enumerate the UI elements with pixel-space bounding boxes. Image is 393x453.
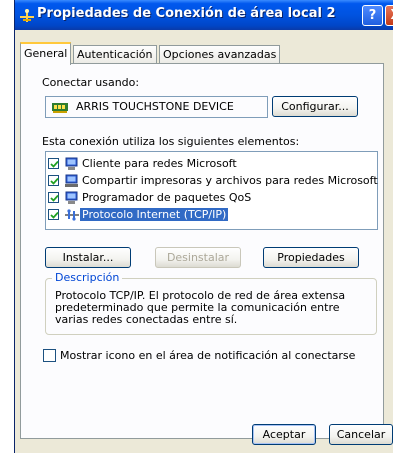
uninstall-button-label: Desinstalar <box>166 251 230 264</box>
properties-button-label: Propiedades <box>277 251 345 264</box>
component-label: Cliente para redes Microsoft <box>82 157 237 170</box>
device-name: ARRIS TOUCHSTONE DEVICE <box>76 100 234 113</box>
protocol-icon <box>64 208 80 222</box>
description-text: Protocolo TCP/IP. El protocolo de red de… <box>55 289 346 326</box>
connect-using-label: Conectar usando: <box>42 76 140 89</box>
network-connection-icon <box>19 7 35 23</box>
component-label-selected: Protocolo Internet (TCP/IP) <box>80 208 229 221</box>
qos-scheduler-icon <box>64 191 80 205</box>
checkmark-icon <box>50 194 59 202</box>
components-label: Esta conexión utiliza los siguientes ele… <box>42 135 300 148</box>
component-label: Programador de paquetes QoS <box>82 191 252 204</box>
description-title: Descripción <box>52 271 123 284</box>
help-button[interactable]: ? <box>362 5 383 26</box>
tab-advanced-options[interactable]: Opciones avanzadas <box>159 45 281 63</box>
title-bar[interactable]: Propiedades de Conexión de área local 2 … <box>15 0 393 30</box>
window-title: Propiedades de Conexión de área local 2 <box>37 6 336 21</box>
tab-authentication[interactable]: Autenticación <box>73 45 157 63</box>
component-checkbox[interactable] <box>48 192 59 203</box>
tab-general[interactable]: General <box>20 42 72 65</box>
cancel-button-label: Cancelar <box>336 428 386 441</box>
install-button-label: Instalar... <box>62 251 114 264</box>
close-button[interactable]: X <box>385 5 393 26</box>
ok-button-label: Aceptar <box>262 428 306 441</box>
install-button[interactable]: Instalar... <box>45 247 131 268</box>
configure-button-label: Configurar... <box>281 100 349 113</box>
notify-checkbox[interactable] <box>43 349 56 362</box>
ok-button[interactable]: Aceptar <box>252 424 316 445</box>
properties-window: Propiedades de Conexión de área local 2 … <box>14 0 393 453</box>
checkmark-icon <box>50 177 59 185</box>
device-field: ARRIS TOUCHSTONE DEVICE <box>45 96 268 118</box>
component-checkbox[interactable] <box>48 158 59 169</box>
notify-label[interactable]: Mostrar icono en el área de notificación… <box>60 349 355 362</box>
network-adapter-icon <box>52 102 68 113</box>
uninstall-button[interactable]: Desinstalar <box>155 247 241 268</box>
properties-button[interactable]: Propiedades <box>263 247 359 268</box>
component-label: Compartir impresoras y archivos para red… <box>82 174 378 187</box>
network-client-icon <box>64 157 80 171</box>
checkmark-icon <box>50 160 59 168</box>
component-checkbox[interactable] <box>48 175 59 186</box>
checkmark-icon <box>50 211 59 219</box>
configure-button[interactable]: Configurar... <box>272 96 358 117</box>
cancel-button[interactable]: Cancelar <box>329 424 393 445</box>
components-list[interactable]: Cliente para redes Microsoft Compartir i… <box>45 151 378 230</box>
file-printer-sharing-icon <box>64 174 80 188</box>
component-checkbox[interactable] <box>48 209 59 220</box>
